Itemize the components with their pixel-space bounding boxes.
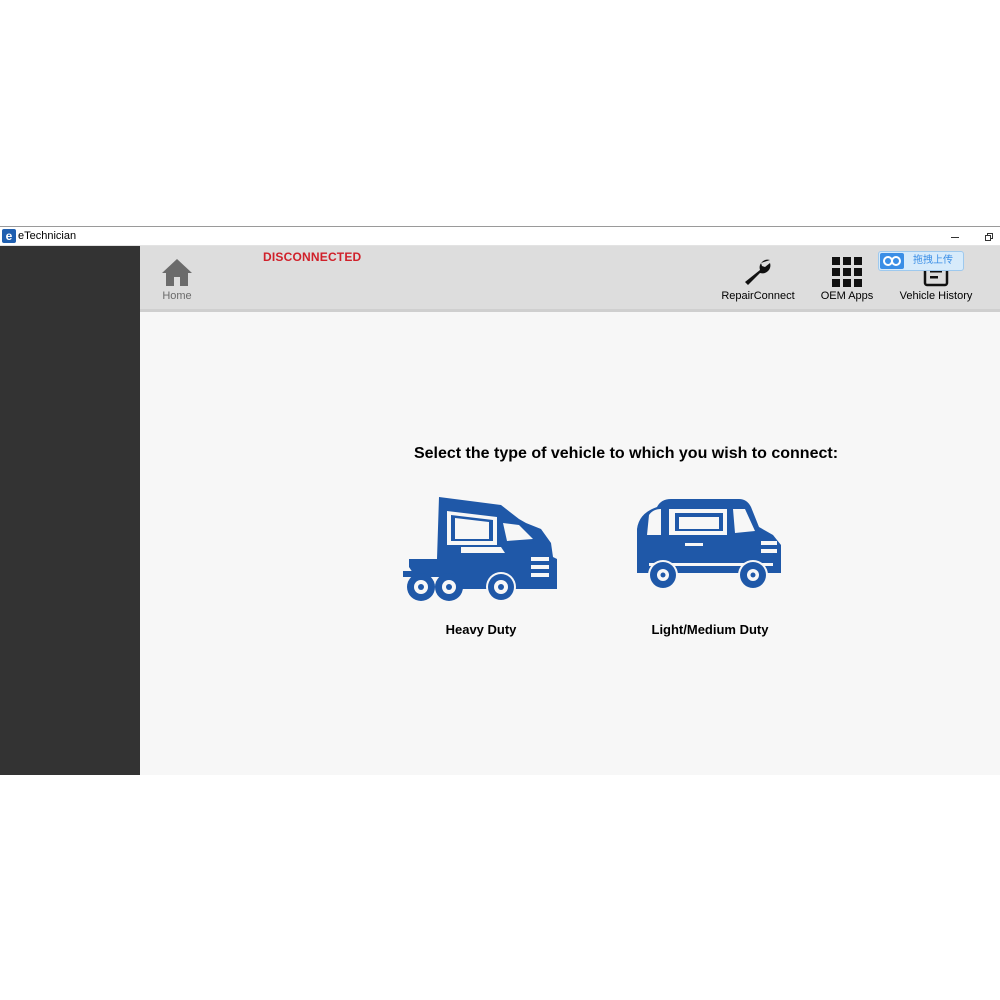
heavy-duty-option[interactable]: Heavy Duty [398,495,564,637]
oem-apps-label: OEM Apps [820,290,874,302]
connection-status: DISCONNECTED [263,250,362,264]
van-icon [637,499,781,590]
sidebar [0,246,140,775]
semi-truck-icon [403,497,557,602]
repairconnect-button[interactable]: RepairConnect [716,254,800,303]
restore-button[interactable] [978,227,1000,246]
wrench-icon [745,259,771,285]
toolbar: Home DISCONNECTED RepairConnect OEM Apps… [140,246,1000,312]
vehicle-history-label: Vehicle History [899,290,973,302]
vehicle-select-prompt: Select the type of vehicle to which you … [140,445,1000,463]
grid-icon [832,257,862,287]
restore-icon [985,232,993,241]
app-logo-icon: e [2,229,16,243]
home-icon [162,259,192,286]
main-content: Select the type of vehicle to which you … [140,312,1000,775]
home-label: Home [162,290,192,302]
light-medium-duty-option[interactable]: Light/Medium Duty [630,495,790,637]
heavy-duty-label: Heavy Duty [445,622,517,637]
upload-overlay[interactable]: 拖拽上传 [878,251,964,271]
minimize-icon [951,237,959,238]
home-button[interactable]: Home [154,254,200,303]
prompt-text: Select the type of vehicle to which you … [413,445,839,462]
upload-overlay-label: 拖拽上传 [913,255,953,266]
oem-apps-button[interactable]: OEM Apps [816,254,878,303]
app-window: e eTechnician Home DISCONNECTED RepairCo… [0,226,1000,775]
screen: e eTechnician Home DISCONNECTED RepairCo… [0,0,1000,1000]
repairconnect-label: RepairConnect [721,290,795,302]
title-bar: e eTechnician [0,227,1000,246]
minimize-button[interactable] [940,227,970,246]
app-title: eTechnician [18,230,77,242]
cloud-icon [880,253,904,269]
light-medium-duty-label: Light/Medium Duty [651,622,769,637]
